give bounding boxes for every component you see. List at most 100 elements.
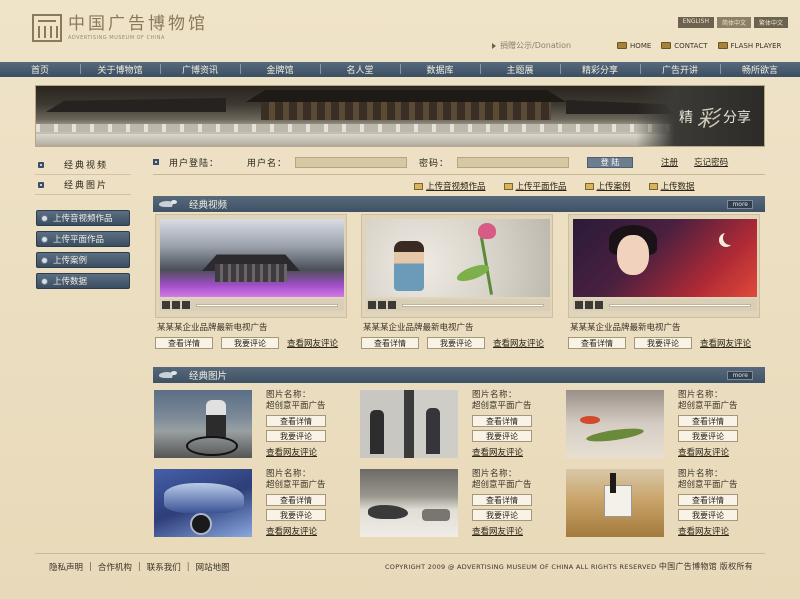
pause-icon[interactable] bbox=[172, 301, 180, 309]
view-comments-link[interactable]: 查看网友评论 bbox=[266, 525, 361, 537]
separator: | bbox=[186, 561, 190, 572]
view-comments-link[interactable]: 查看网友评论 bbox=[287, 337, 338, 349]
play-icon[interactable] bbox=[368, 301, 376, 309]
nav-exhibition[interactable]: 主题展 bbox=[480, 63, 560, 76]
view-details-button[interactable]: 查看详情 bbox=[678, 415, 738, 427]
image-name-value: 超创意平面广告 bbox=[266, 401, 326, 411]
lang-simplified[interactable]: 简体中文 bbox=[716, 17, 751, 28]
nav-lectures[interactable]: 广告开讲 bbox=[640, 63, 720, 76]
comment-button[interactable]: 我要评论 bbox=[266, 430, 326, 442]
comment-button[interactable]: 我要评论 bbox=[472, 430, 532, 442]
page: 中国广告博物馆 ADVERTISING MUSEUM OF CHINA ENGL… bbox=[0, 0, 800, 599]
sidebar-item-classic-images[interactable]: 经典图片 bbox=[35, 175, 131, 195]
nav-hall-of-fame[interactable]: 名人堂 bbox=[320, 63, 400, 76]
bullet-icon bbox=[153, 159, 159, 165]
video-player[interactable] bbox=[568, 214, 760, 318]
image-thumbnail[interactable] bbox=[360, 390, 458, 458]
upload-case-link[interactable]: 上传案例 bbox=[584, 180, 631, 192]
upload-data-link[interactable]: 上传数据 bbox=[648, 180, 695, 192]
view-comments-link[interactable]: 查看网友评论 bbox=[678, 446, 773, 458]
username-field[interactable] bbox=[295, 156, 408, 168]
view-comments-link[interactable]: 查看网友评论 bbox=[678, 525, 773, 537]
upload-av-button[interactable]: 上传音视频作品 bbox=[36, 210, 130, 226]
stop-icon[interactable] bbox=[388, 301, 396, 309]
nav-database[interactable]: 数据库 bbox=[400, 63, 480, 76]
upload-case-button[interactable]: 上传案例 bbox=[36, 252, 130, 268]
video-progress-bar[interactable] bbox=[609, 303, 751, 307]
image-card: 图片名称： 超创意平面广告 查看详情 我要评论 查看网友评论 bbox=[566, 390, 766, 462]
logo-english-name: ADVERTISING MUSEUM OF CHINA bbox=[68, 35, 165, 41]
upload-print-button[interactable]: 上传平面作品 bbox=[36, 231, 130, 247]
comment-button[interactable]: 我要评论 bbox=[266, 509, 326, 521]
image-name-label: 图片名称： bbox=[678, 390, 724, 400]
nav-home[interactable]: 首页 bbox=[0, 63, 80, 76]
partners-link[interactable]: 合作机构 bbox=[98, 561, 132, 573]
view-details-button[interactable]: 查看详情 bbox=[472, 415, 532, 427]
nav-news[interactable]: 广博资讯 bbox=[160, 63, 240, 76]
forgot-password-link[interactable]: 忘记密码 bbox=[694, 156, 728, 168]
comment-button[interactable]: 我要评论 bbox=[678, 509, 738, 521]
contact-us-link[interactable]: 联系我们 bbox=[147, 561, 181, 573]
nav-gold-hall[interactable]: 金牌馆 bbox=[240, 63, 320, 76]
comment-button[interactable]: 我要评论 bbox=[472, 509, 532, 521]
view-details-button[interactable]: 查看详情 bbox=[361, 337, 419, 349]
image-thumbnail[interactable] bbox=[154, 469, 252, 537]
sitemap-link[interactable]: 网站地图 bbox=[196, 561, 230, 573]
upload-data-button[interactable]: 上传数据 bbox=[36, 273, 130, 289]
contact-link[interactable]: CONTACT bbox=[661, 42, 708, 50]
register-link[interactable]: 注册 bbox=[661, 156, 678, 168]
image-thumbnail[interactable] bbox=[566, 390, 664, 458]
view-comments-link[interactable]: 查看网友评论 bbox=[266, 446, 361, 458]
stop-icon[interactable] bbox=[182, 301, 190, 309]
view-details-button[interactable]: 查看详情 bbox=[472, 494, 532, 506]
nav-about[interactable]: 关于博物馆 bbox=[80, 63, 160, 76]
flash-player-link[interactable]: FLASH PLAYER bbox=[717, 42, 781, 50]
view-details-button[interactable]: 查看详情 bbox=[266, 415, 326, 427]
view-comments-link[interactable]: 查看网友评论 bbox=[472, 525, 567, 537]
image-thumbnail[interactable] bbox=[566, 469, 664, 537]
play-icon[interactable] bbox=[575, 301, 583, 309]
view-details-button[interactable]: 查看详情 bbox=[155, 337, 213, 349]
view-comments-link[interactable]: 查看网友评论 bbox=[700, 337, 751, 349]
nav-forum[interactable]: 畅所欲言 bbox=[720, 63, 800, 76]
images-more-link[interactable]: more bbox=[727, 370, 753, 380]
play-icon[interactable] bbox=[162, 301, 170, 309]
lang-traditional[interactable]: 繁体中文 bbox=[753, 17, 788, 28]
video-progress-bar[interactable] bbox=[402, 303, 544, 307]
video-controls bbox=[160, 299, 344, 311]
video-thumbnail[interactable] bbox=[573, 219, 757, 297]
comment-button[interactable]: 我要评论 bbox=[678, 430, 738, 442]
password-field[interactable] bbox=[457, 156, 570, 168]
view-comments-link[interactable]: 查看网友评论 bbox=[472, 446, 567, 458]
pause-icon[interactable] bbox=[378, 301, 386, 309]
video-player[interactable] bbox=[361, 214, 553, 318]
video-progress-bar[interactable] bbox=[196, 303, 338, 307]
view-comments-link[interactable]: 查看网友评论 bbox=[493, 337, 544, 349]
comment-button[interactable]: 我要评论 bbox=[634, 337, 692, 349]
pause-icon[interactable] bbox=[585, 301, 593, 309]
login-button[interactable]: 登 陆 bbox=[587, 156, 634, 168]
image-name-value: 超创意平面广告 bbox=[472, 480, 532, 490]
videos-more-link[interactable]: more bbox=[727, 199, 753, 209]
video-player[interactable] bbox=[155, 214, 347, 318]
donation-link[interactable]: 捐赠公示/Donation bbox=[492, 40, 571, 51]
privacy-link[interactable]: 隐私声明 bbox=[49, 561, 83, 573]
copyright-cn: 中国广告博物馆 版权所有 bbox=[658, 562, 753, 571]
image-thumbnail[interactable] bbox=[154, 390, 252, 458]
stop-icon[interactable] bbox=[595, 301, 603, 309]
view-details-button[interactable]: 查看详情 bbox=[678, 494, 738, 506]
view-details-button[interactable]: 查看详情 bbox=[266, 494, 326, 506]
video-thumbnail[interactable] bbox=[366, 219, 550, 297]
image-thumbnail[interactable] bbox=[360, 469, 458, 537]
view-details-button[interactable]: 查看详情 bbox=[568, 337, 626, 349]
upload-av-link[interactable]: 上传音视频作品 bbox=[414, 180, 486, 192]
lang-english[interactable]: ENGLISH bbox=[677, 17, 714, 28]
site-logo[interactable]: 中国广告博物馆 ADVERTISING MUSEUM OF CHINA bbox=[32, 14, 208, 42]
nav-sharing[interactable]: 精彩分享 bbox=[560, 63, 640, 76]
home-link[interactable]: HOME bbox=[617, 42, 651, 50]
sidebar-item-classic-videos[interactable]: 经典视频 bbox=[35, 155, 131, 175]
video-thumbnail[interactable] bbox=[160, 219, 344, 297]
comment-button[interactable]: 我要评论 bbox=[221, 337, 279, 349]
comment-button[interactable]: 我要评论 bbox=[427, 337, 485, 349]
upload-print-link[interactable]: 上传平面作品 bbox=[503, 180, 567, 192]
